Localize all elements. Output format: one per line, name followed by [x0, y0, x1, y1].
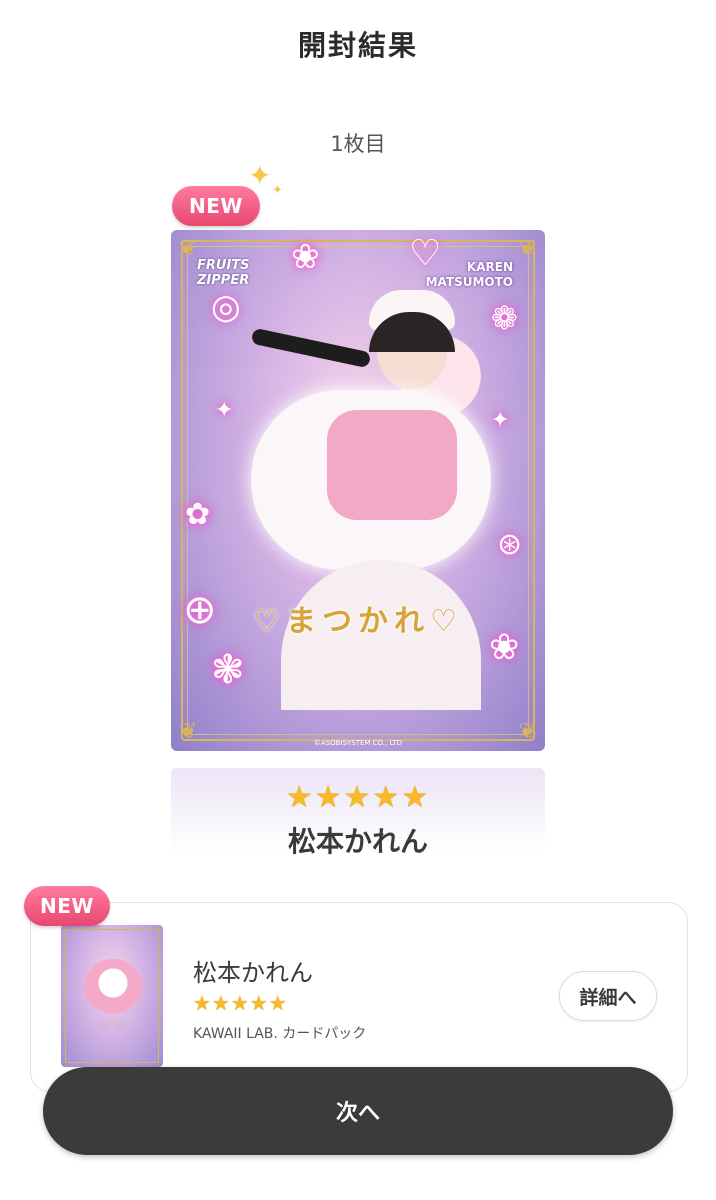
neon-fruit-icon: ✿	[185, 497, 211, 532]
new-badge: NEW	[24, 886, 110, 926]
handwritten-signature: ♡まつかれ♡	[223, 596, 493, 640]
signature-text: まつかれ	[286, 604, 430, 639]
heart-icon: ♡	[430, 604, 463, 639]
performer-photo	[241, 290, 491, 710]
microphone	[250, 327, 372, 369]
sparkle-icon: ✦	[248, 159, 272, 192]
member-name: 松本かれん	[287, 825, 428, 858]
opening-result-screen: 開封結果 1枚目 ✦ ✦ NEW ❦ ❦ ❦ ❦ FRUITS ZIPPER K…	[0, 0, 716, 1200]
card-image[interactable]: ❦ ❦ ❦ ❦ FRUITS ZIPPER KAREN MATSUMOTO ❀ …	[171, 230, 545, 751]
neon-apple-icon: ❁	[491, 299, 518, 337]
neon-melon-icon: ⊕	[183, 587, 217, 633]
thumb-signature: ♡ ♡	[100, 1021, 124, 1034]
performer-pink-top	[327, 410, 457, 520]
neon-orange-icon: ⊛	[497, 527, 523, 562]
neon-lemon-icon: ◎	[211, 287, 241, 327]
neon-grape-icon: ❃	[211, 647, 245, 693]
heart-icon: ♡	[253, 604, 286, 639]
item-pack-name: KAWAII LAB. カードパック	[193, 1026, 367, 1042]
frame-corner-ornament: ❦	[179, 236, 198, 261]
detail-button[interactable]: 詳細へ	[559, 971, 657, 1021]
card-count-label: 1枚目	[330, 132, 386, 156]
rarity-stars: ★★★★★	[285, 780, 431, 815]
sparkle-small-icon: ✦	[272, 183, 283, 198]
frame-corner-ornament: ❦	[518, 236, 537, 261]
neon-cherry-icon: ♡	[409, 233, 442, 274]
neon-fruit-icon: ❀	[291, 237, 320, 277]
result-list-item[interactable]: ♡ ♡ 松本かれん ★★★★★ KAWAII LAB. カードパック 詳細へ	[30, 902, 688, 1092]
new-badge: NEW	[172, 186, 260, 226]
sparkle-icon: ✦	[215, 398, 234, 423]
page-title: 開封結果	[297, 29, 418, 62]
neon-grape-icon: ❀	[489, 627, 520, 668]
next-button[interactable]: 次へ	[43, 1067, 673, 1155]
group-logo: FRUITS ZIPPER	[197, 258, 250, 288]
item-member-name: 松本かれん	[193, 959, 313, 987]
card-name-last: MATSUMOTO	[425, 275, 513, 289]
item-rarity-stars: ★★★★★	[193, 991, 288, 1015]
card-thumbnail[interactable]: ♡ ♡	[61, 925, 163, 1067]
sparkle-icon: ✦	[491, 408, 510, 433]
card-copyright: ©ASOBISYSTEM CO., LTD	[313, 739, 403, 747]
thumb-performer	[83, 959, 143, 1019]
